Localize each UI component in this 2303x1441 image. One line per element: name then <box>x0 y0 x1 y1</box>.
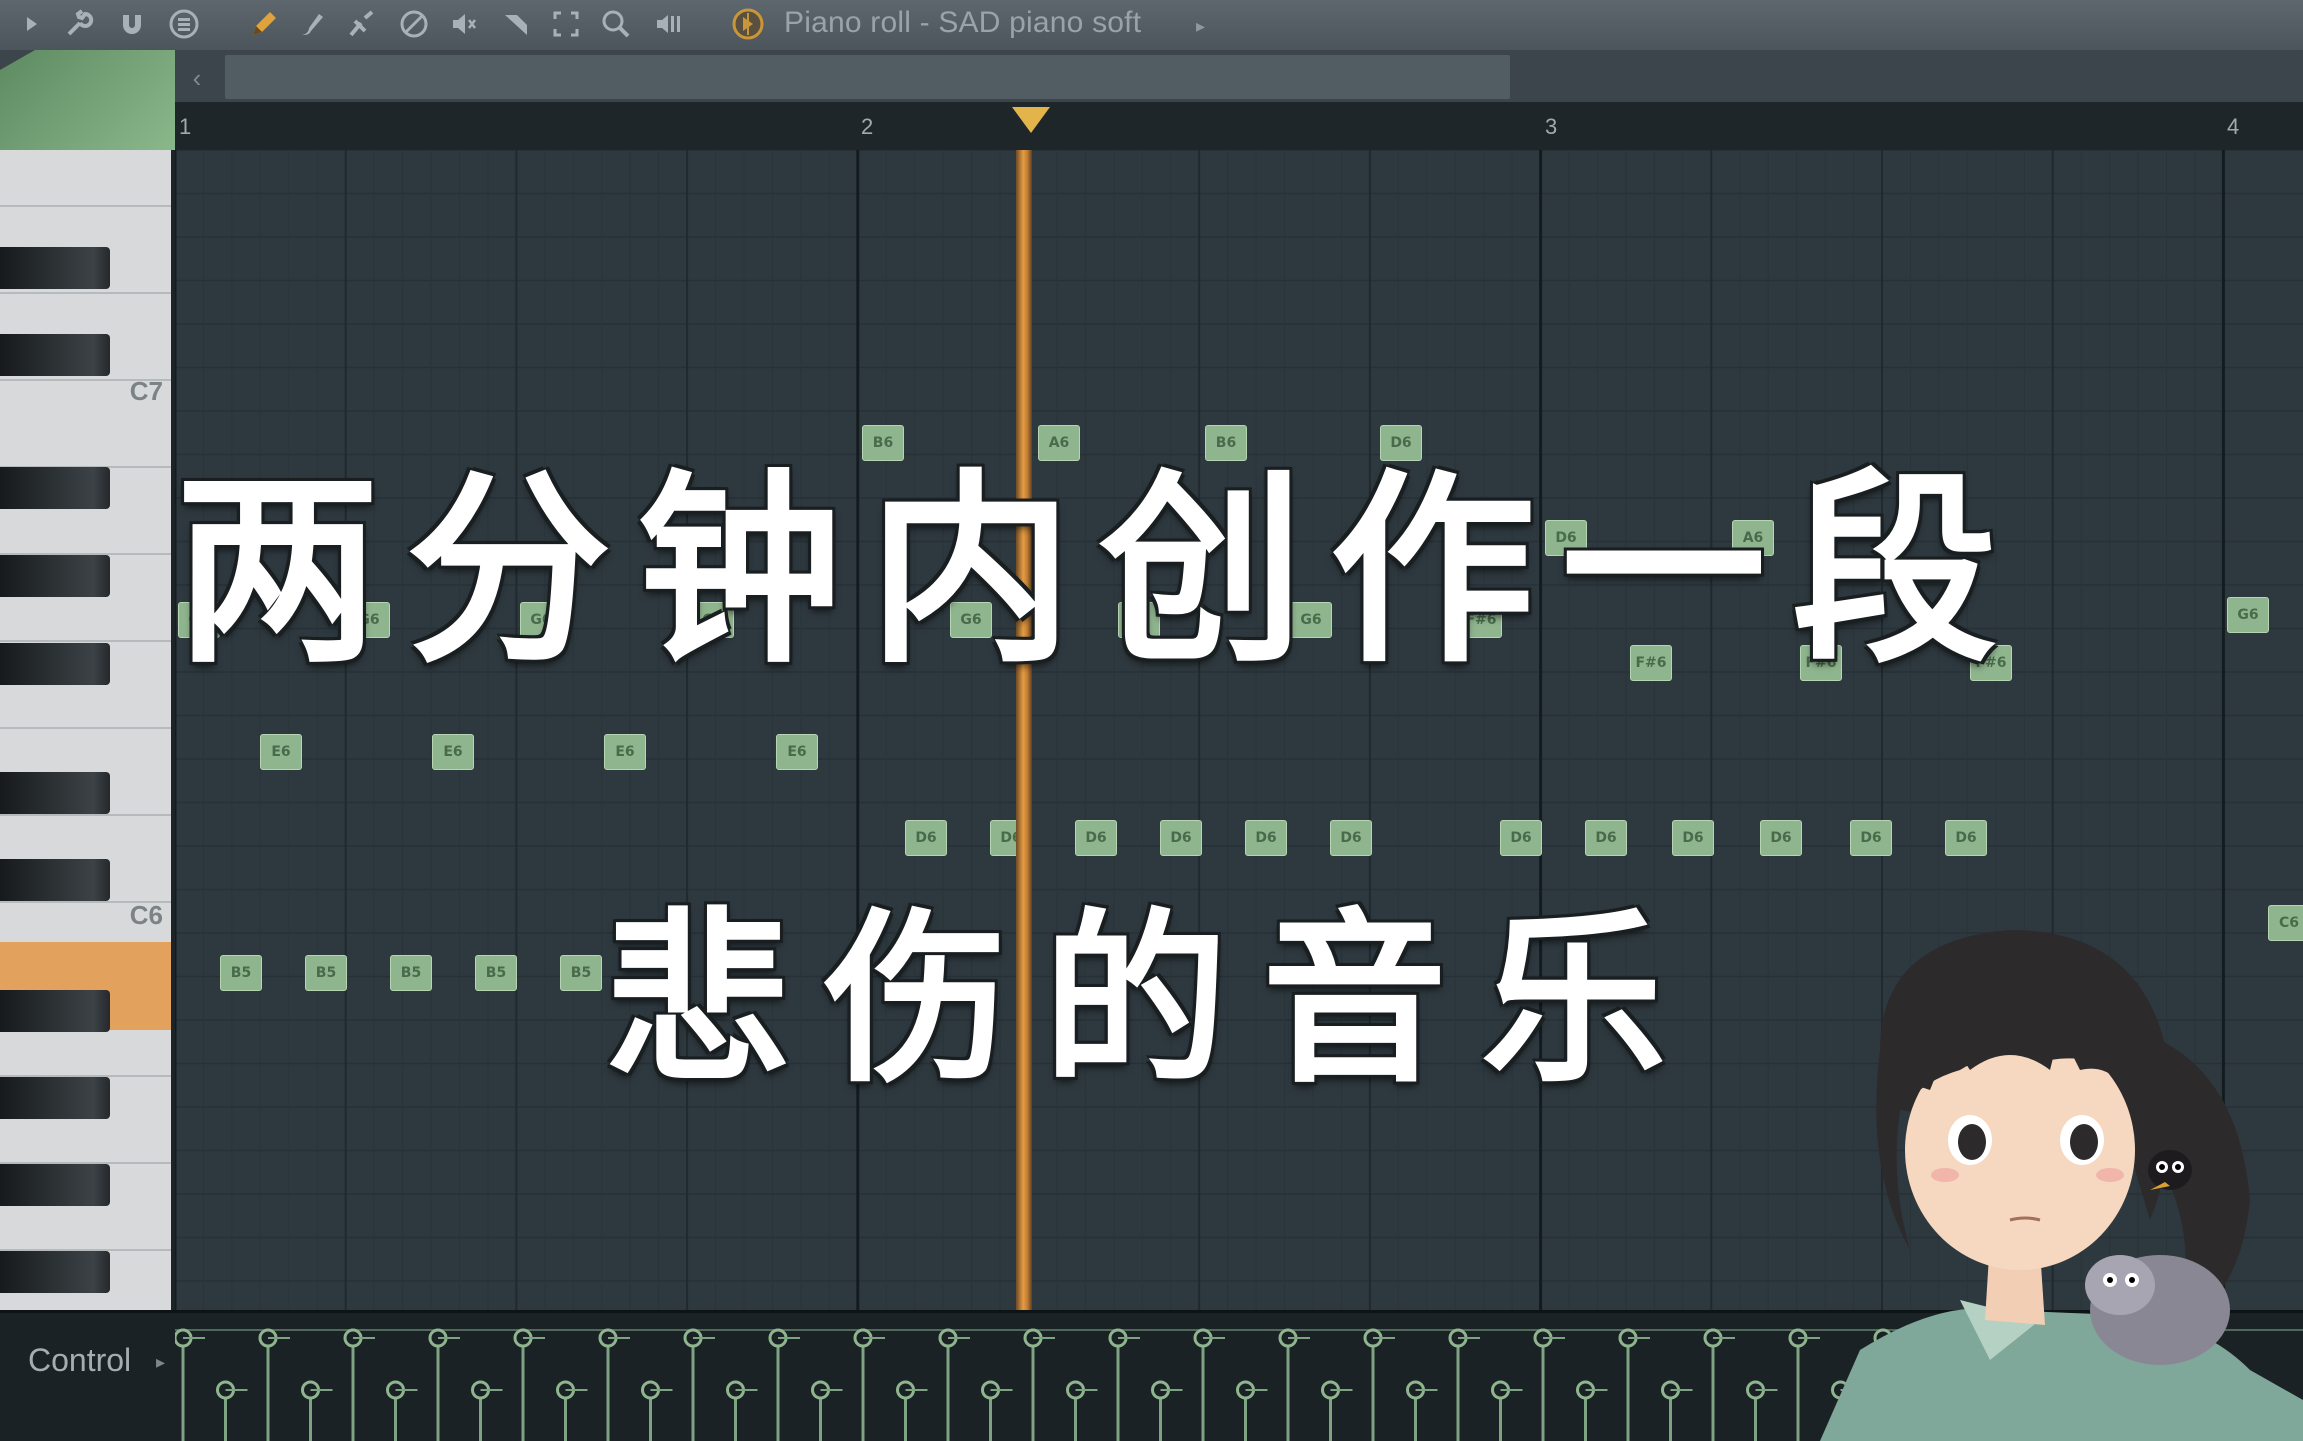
menu-circle-icon[interactable] <box>164 4 204 44</box>
snap-block[interactable] <box>0 50 175 150</box>
toolbar: Piano roll - SAD piano soft ▸ <box>0 0 2303 51</box>
select-icon[interactable] <box>546 4 586 44</box>
note-block[interactable]: B5 <box>305 955 347 991</box>
black-key[interactable] <box>0 1077 110 1119</box>
black-key[interactable] <box>0 990 110 1032</box>
chevron-right-icon[interactable]: ▸ <box>1196 16 1205 37</box>
bar-number: 1 <box>179 114 192 139</box>
zoom-icon[interactable] <box>596 4 636 44</box>
anime-girl-illustration <box>1820 930 2303 1441</box>
black-key[interactable] <box>0 859 110 901</box>
piano-roll-title[interactable]: Piano roll - SAD piano soft <box>784 6 1141 40</box>
overlay-title-line2: 悲伤的音乐 <box>605 890 1700 1108</box>
note-block[interactable]: B5 <box>390 955 432 991</box>
note-block[interactable]: D6 <box>1850 820 1892 856</box>
wrench-icon[interactable] <box>58 4 98 44</box>
piano-keyboard[interactable]: C7 C6 <box>0 150 175 1310</box>
delete-icon[interactable] <box>342 4 382 44</box>
piano-roll-window: Piano roll - SAD piano soft ▸ ‹ 1 2 3 4 <box>0 0 2303 1441</box>
pencil-icon[interactable] <box>244 4 284 44</box>
note-block[interactable]: E6 <box>776 734 818 770</box>
horizontal-scrollbar[interactable] <box>225 55 1510 99</box>
channel-icon[interactable] <box>728 4 768 44</box>
note-block[interactable]: B5 <box>220 955 262 991</box>
note-block[interactable]: B5 <box>560 955 602 991</box>
scroll-left-icon[interactable]: ‹ <box>180 58 214 98</box>
octave-label: C7 <box>129 376 163 406</box>
note-block[interactable]: E6 <box>260 734 302 770</box>
play-arrow-icon[interactable] <box>12 4 52 44</box>
note-block[interactable]: B5 <box>475 955 517 991</box>
octave-label: C6 <box>129 900 163 930</box>
playhead-marker[interactable] <box>1012 107 1050 133</box>
playhead-line <box>1016 150 1032 1310</box>
black-key[interactable] <box>0 772 110 814</box>
black-key[interactable] <box>0 1251 110 1293</box>
black-key[interactable] <box>0 247 110 289</box>
bar-number: 3 <box>1545 114 1558 139</box>
note-block[interactable]: D6 <box>1760 820 1802 856</box>
note-block[interactable]: E6 <box>432 734 474 770</box>
mute-volume-icon[interactable] <box>444 4 484 44</box>
timeline-ruler[interactable]: 1 2 3 4 <box>175 102 2303 151</box>
black-key[interactable] <box>0 467 110 509</box>
black-key[interactable] <box>0 643 110 685</box>
overlay-title-line1: 两分钟内创作一段 <box>175 451 2023 691</box>
brush-icon[interactable] <box>292 4 332 44</box>
control-label[interactable]: Control <box>28 1342 131 1379</box>
magnet-icon[interactable] <box>112 4 152 44</box>
note-block[interactable]: D6 <box>1945 820 1987 856</box>
black-key[interactable] <box>0 555 110 597</box>
bar-number: 4 <box>2227 114 2240 139</box>
black-key[interactable] <box>0 1164 110 1206</box>
slice-icon[interactable] <box>496 4 536 44</box>
black-key[interactable] <box>0 334 110 376</box>
playback-icon[interactable] <box>650 4 690 44</box>
chevron-right-icon[interactable]: ▸ <box>156 1352 165 1373</box>
note-block[interactable]: E6 <box>604 734 646 770</box>
note-block[interactable]: G6 <box>2227 597 2269 633</box>
mute-icon[interactable] <box>394 4 434 44</box>
bar-number: 2 <box>861 114 874 139</box>
